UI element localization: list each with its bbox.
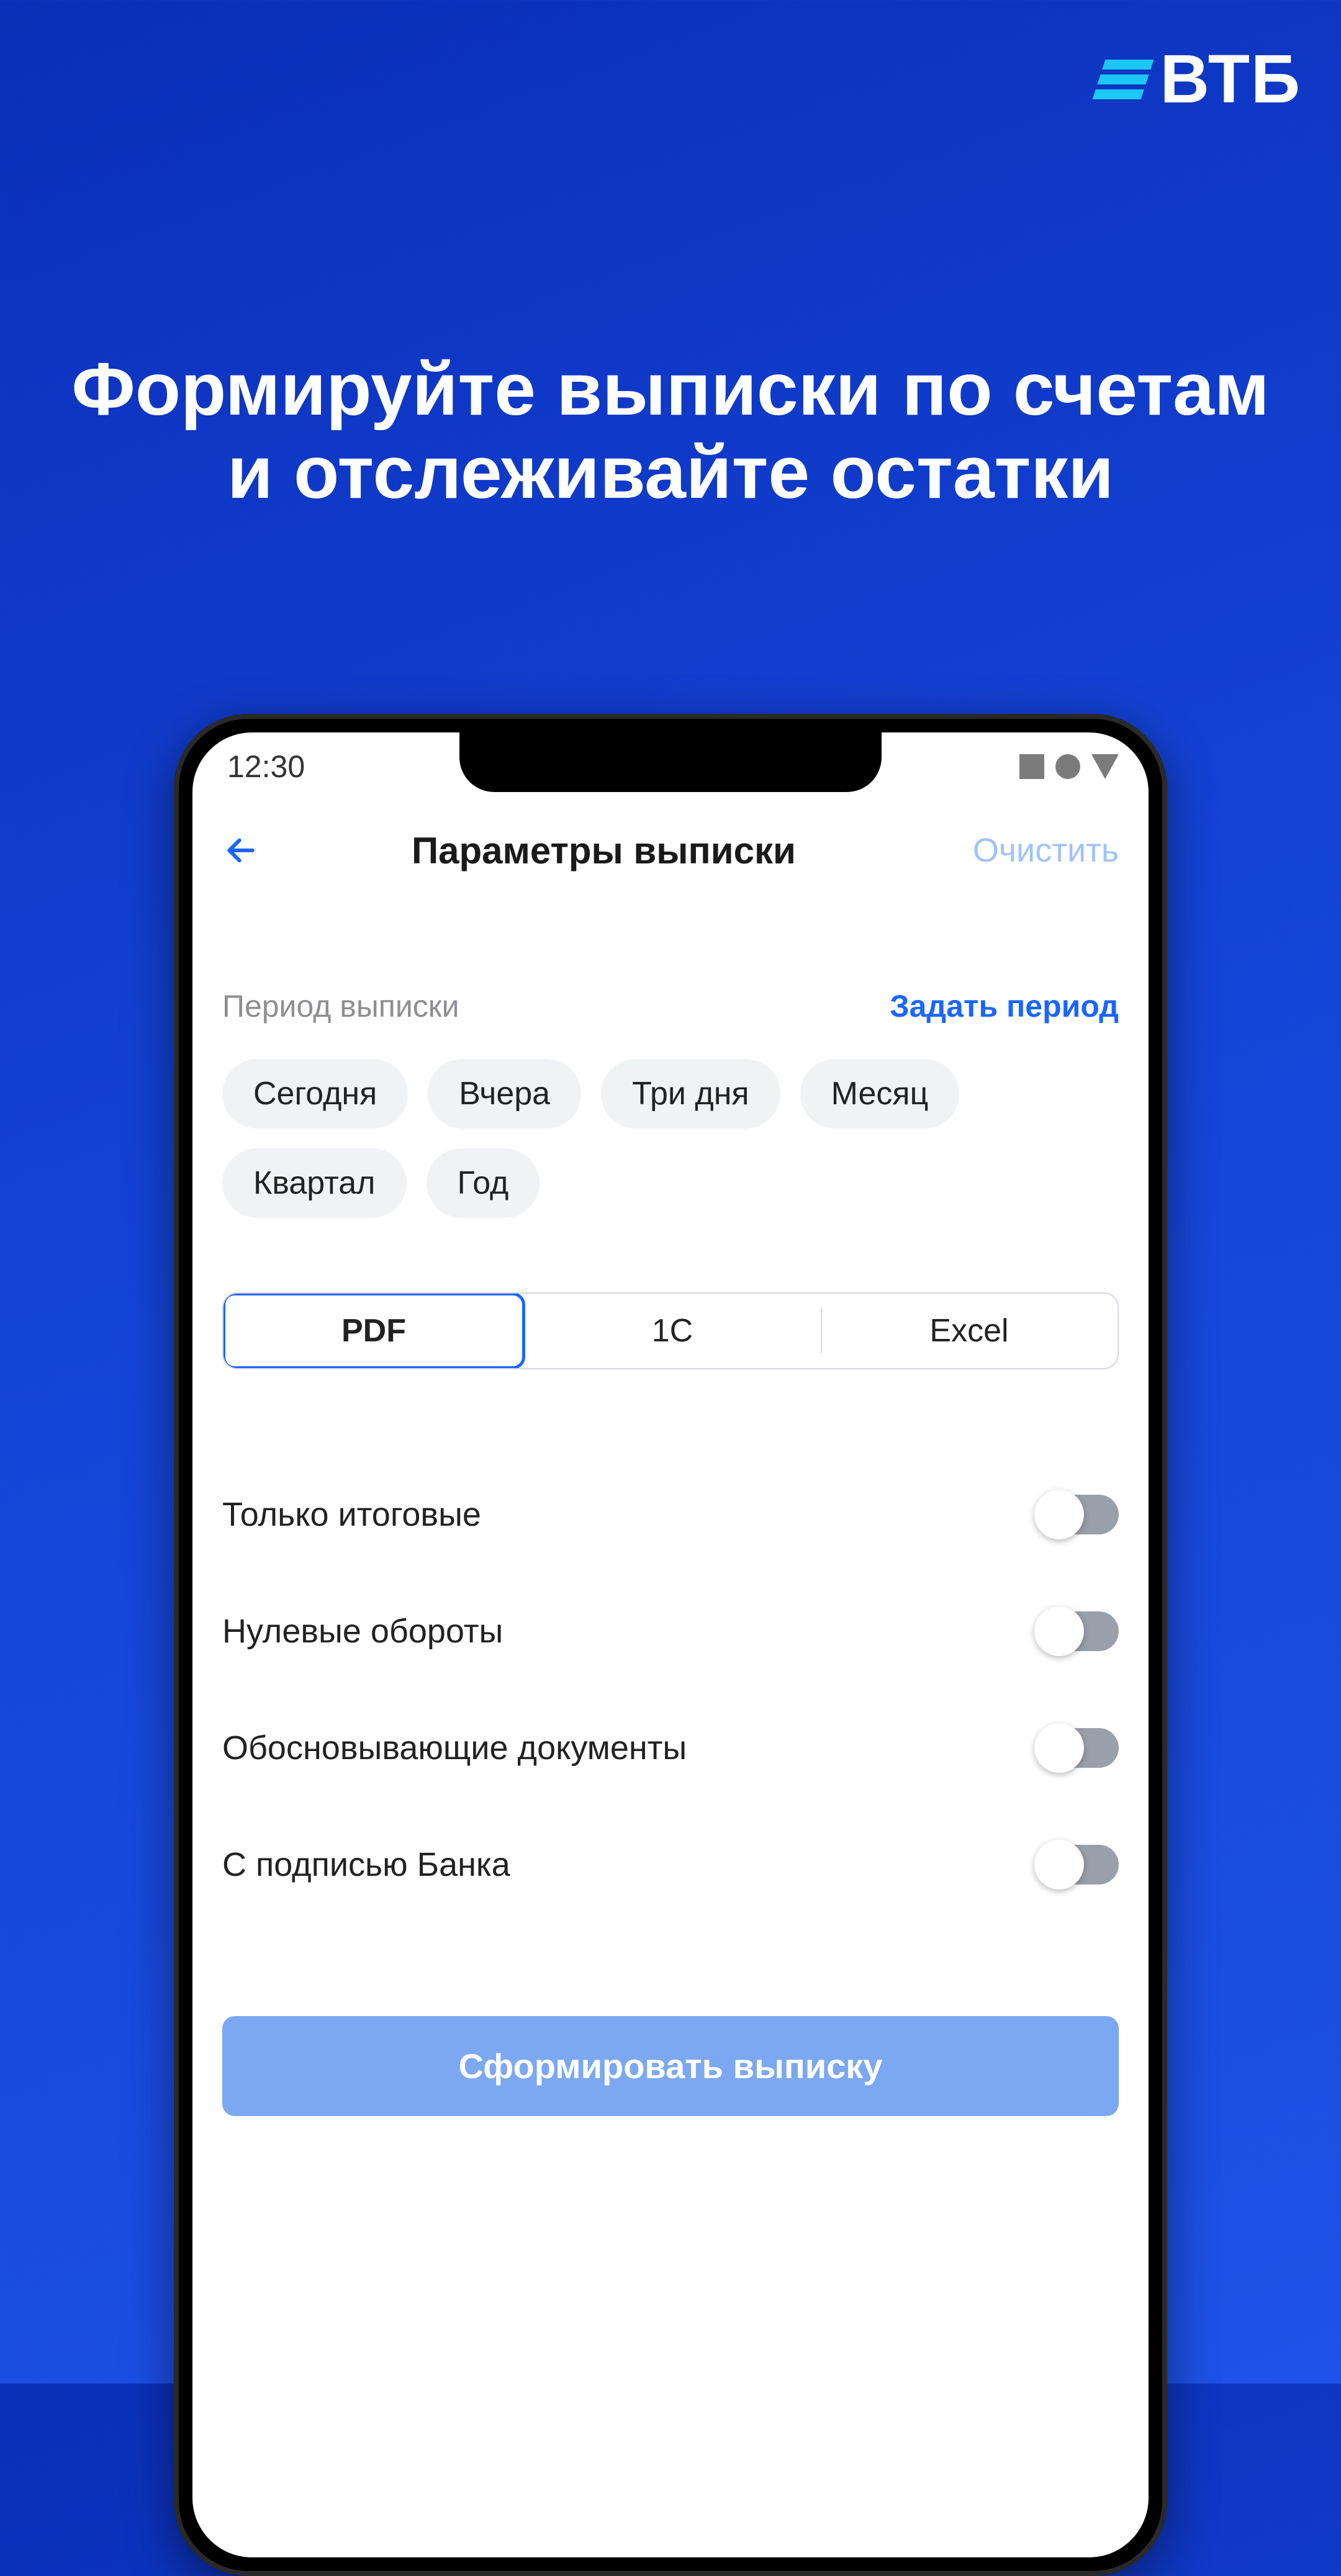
toggle-row-signature: С подписью Банка [222, 1806, 1119, 1923]
format-segmented: PDF 1C Excel [222, 1292, 1119, 1369]
status-indicator-circle-icon [1055, 754, 1080, 779]
clear-button[interactable]: Очистить [973, 831, 1119, 870]
promo-headline: Формируйте выписки по счетам и отслежива… [0, 348, 1341, 515]
phone-notch [459, 732, 882, 792]
brand-name: ВТБ [1160, 40, 1301, 119]
status-indicator-triangle-icon [1091, 754, 1119, 779]
generate-statement-button[interactable]: Сформировать выписку [222, 2016, 1119, 2116]
period-chips: Сегодня Вчера Три дня Месяц Квартал Год [222, 1059, 1119, 1218]
status-time: 12:30 [227, 749, 305, 785]
page-title: Параметры выписки [235, 829, 973, 872]
status-indicator-square-icon [1019, 754, 1044, 779]
toggle-row-docs: Обосновывающие документы [222, 1690, 1119, 1806]
phone-screen: 12:30 Параметры выписки Очистить Период … [192, 732, 1149, 2557]
phone-frame: 12:30 Параметры выписки Очистить Период … [174, 714, 1167, 2576]
period-label: Период выписки [222, 988, 459, 1024]
content: Период выписки Задать период Сегодня Вче… [192, 894, 1149, 2116]
status-indicators [1019, 754, 1119, 779]
toggle-label: С подписью Банка [222, 1845, 510, 1884]
period-chip-year[interactable]: Год [427, 1148, 540, 1218]
brand-logo-mark [1093, 60, 1154, 99]
format-segment-excel[interactable]: Excel [821, 1294, 1118, 1368]
toggle-label: Нулевые обороты [222, 1612, 503, 1651]
toggle-signature[interactable] [1037, 1845, 1119, 1885]
period-chip-3days[interactable]: Три дня [601, 1059, 780, 1128]
toggle-totals[interactable] [1037, 1495, 1119, 1534]
toggle-docs[interactable] [1037, 1728, 1119, 1768]
period-header: Период выписки Задать период [222, 988, 1119, 1024]
set-period-button[interactable]: Задать период [890, 988, 1119, 1024]
toggle-row-totals: Только итоговые [222, 1456, 1119, 1573]
period-chip-quarter[interactable]: Квартал [222, 1148, 407, 1218]
toggle-label: Только итоговые [222, 1495, 481, 1534]
toggle-zero[interactable] [1037, 1611, 1119, 1651]
toggle-list: Только итоговые Нулевые обороты Обосновы… [222, 1456, 1119, 1923]
period-chip-yesterday[interactable]: Вчера [428, 1059, 581, 1128]
period-chip-month[interactable]: Месяц [800, 1059, 960, 1128]
format-segment-pdf[interactable]: PDF [222, 1292, 525, 1369]
toggle-label: Обосновывающие документы [222, 1729, 687, 1767]
toggle-row-zero: Нулевые обороты [222, 1573, 1119, 1690]
brand-logo: ВТБ [1099, 40, 1301, 119]
format-segment-1c[interactable]: 1C [524, 1294, 821, 1368]
period-chip-today[interactable]: Сегодня [222, 1059, 408, 1128]
app-header: Параметры выписки Очистить [192, 807, 1149, 894]
